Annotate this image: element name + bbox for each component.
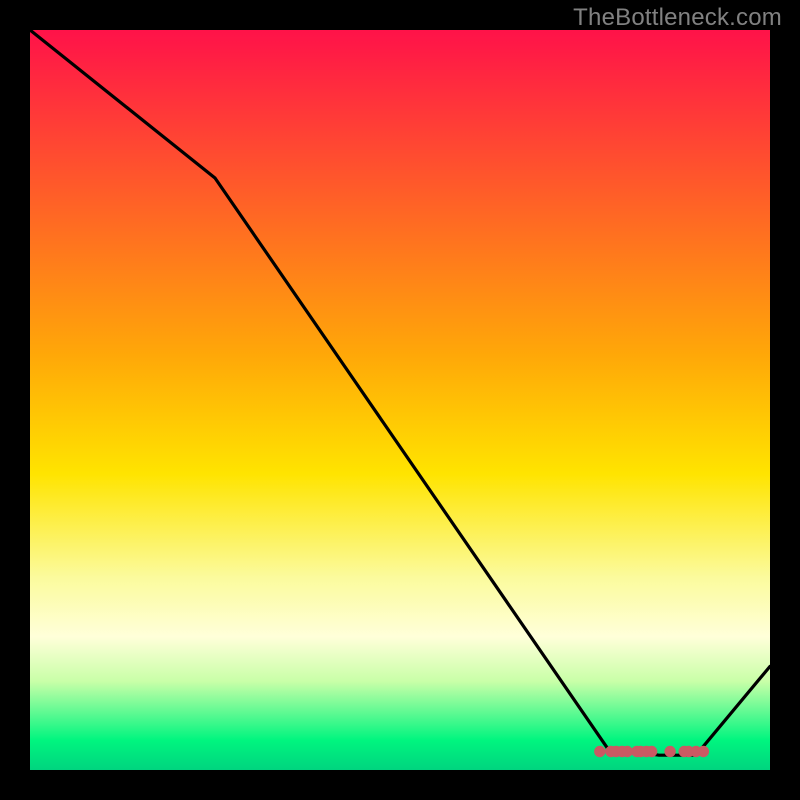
marker-dot	[698, 746, 708, 756]
marker-layer	[30, 30, 770, 770]
watermark-text: TheBottleneck.com	[573, 4, 782, 32]
marker-dot	[646, 746, 656, 756]
plot-area	[30, 30, 770, 770]
marker-group	[595, 746, 709, 756]
chart-frame: TheBottleneck.com	[0, 0, 800, 800]
marker-dot	[665, 746, 675, 756]
marker-dot	[622, 746, 632, 756]
marker-dot	[595, 746, 605, 756]
